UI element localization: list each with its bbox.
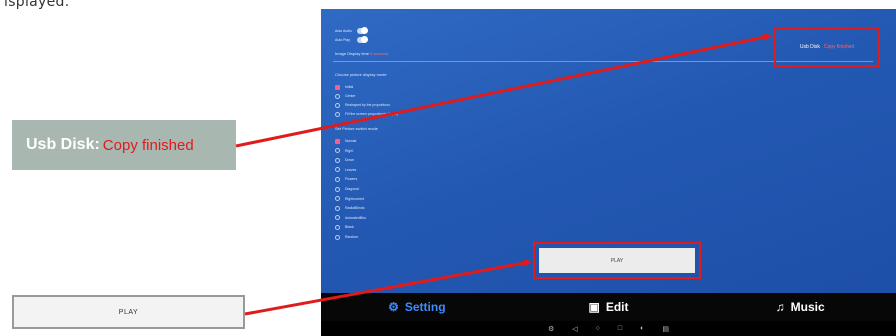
radio-button[interactable]: [335, 111, 340, 117]
radio-button[interactable]: [335, 93, 340, 99]
tab-music[interactable]: ♫ Music: [704, 300, 896, 314]
usb-status-box: Usb Disk Copy finished: [774, 27, 880, 67]
radio-label: Diagonal: [345, 187, 359, 191]
radio-label: Leaves: [345, 167, 357, 172]
radio-label: Fill the screen proportional display: [345, 112, 399, 116]
radio-option[interactable]: AnimatedBlur: [335, 214, 366, 222]
radio-button[interactable]: [335, 224, 340, 230]
radio-label: Right: [345, 148, 354, 153]
toggle-switch[interactable]: [357, 27, 368, 34]
radio-option[interactable]: Normal: [335, 137, 356, 145]
play-highlight-frame: PLAY: [533, 242, 701, 279]
tab-setting[interactable]: ⚙ Setting: [321, 300, 513, 314]
radio-button[interactable]: [335, 167, 340, 173]
tab-music-label: Music: [790, 300, 825, 314]
radio-label: Down: [345, 158, 354, 163]
radio-button[interactable]: [335, 176, 340, 182]
radio-label: Reshaped by the proportions: [345, 103, 390, 107]
radio-label: RadialBlinds: [345, 206, 365, 211]
toggle-switch[interactable]: [357, 36, 368, 43]
toggle-label: Auto Audio: [335, 29, 352, 33]
device-screen: Auto Audio Auto Play Image Display time …: [321, 9, 896, 336]
tab-setting-label: Setting: [404, 300, 446, 314]
radio-button[interactable]: [335, 148, 340, 154]
image-display-time-value[interactable]: 5 seconds: [370, 51, 388, 56]
radio-option[interactable]: Fill the screen proportional display: [335, 110, 398, 118]
radio-label: Random: [345, 235, 359, 239]
radio-option[interactable]: Blank: [335, 223, 354, 231]
radio-button[interactable]: [335, 186, 340, 192]
radio-button[interactable]: [335, 205, 340, 211]
tab-edit-label: Edit: [605, 300, 629, 314]
usb-disk-callout: Usb Disk: Copy finished: [12, 120, 236, 170]
usb-status-label: Usb Disk: [799, 44, 820, 50]
document-text: isplayed.: [4, 0, 70, 10]
display-mode-heading: Choose picture display mode: [335, 72, 387, 77]
toggle-auto-play[interactable]: Auto Play: [335, 36, 368, 44]
radio-button[interactable]: [335, 234, 340, 240]
usb-disk-label: Usb Disk:: [26, 136, 100, 153]
radio-label: Initial: [345, 85, 354, 89]
system-nav-bar: ⚙ ◁ ○ □ ◐ ▤: [321, 321, 896, 336]
radio-button[interactable]: [335, 215, 340, 221]
radio-option[interactable]: Leaves: [335, 166, 356, 174]
radio-label: Center: [345, 94, 356, 98]
volume-icon[interactable]: ◐: [640, 325, 644, 332]
settings-icon[interactable]: ⚙: [548, 325, 554, 333]
radio-button[interactable]: [335, 84, 340, 90]
back-icon[interactable]: ◁: [572, 325, 577, 333]
radio-option[interactable]: Reshaped by the proportions: [335, 101, 390, 109]
home-icon[interactable]: ○: [596, 325, 600, 332]
usb-disk-status: Copy finished: [102, 136, 194, 154]
radio-label: Blank: [345, 225, 354, 230]
tab-edit[interactable]: ▣ Edit: [513, 300, 705, 314]
recent-icon[interactable]: □: [618, 325, 622, 332]
radio-label: Rightcurrent: [345, 196, 365, 201]
image-icon: ▣: [588, 300, 600, 314]
image-display-time[interactable]: Image Display time 5 seconds: [335, 51, 388, 56]
toggle-label: Auto Play: [335, 38, 350, 42]
toggle-auto-audio[interactable]: Auto Audio: [335, 27, 368, 35]
radio-button[interactable]: [335, 157, 340, 163]
radio-option[interactable]: Initial: [335, 83, 353, 91]
gear-icon: ⚙: [388, 300, 399, 314]
bottom-tab-bar: ⚙ Setting ▣ Edit ♫ Music: [321, 293, 896, 321]
usb-status-value: Copy finished: [823, 44, 855, 50]
radio-option[interactable]: Random: [335, 233, 358, 241]
radio-option[interactable]: Right: [335, 147, 353, 155]
radio-option[interactable]: Rightcurrent: [335, 195, 364, 203]
radio-label: Flowers: [345, 177, 358, 182]
radio-option[interactable]: Flowers: [335, 175, 357, 183]
radio-label: AnimatedBlur: [345, 215, 367, 220]
radio-label: Normal: [345, 139, 357, 143]
radio-button[interactable]: [335, 138, 340, 144]
radio-button[interactable]: [335, 102, 340, 108]
play-button-callout: PLAY: [12, 295, 245, 329]
play-button[interactable]: PLAY: [539, 248, 695, 273]
radio-option[interactable]: Center: [335, 92, 356, 100]
screenshot-icon[interactable]: ▤: [662, 325, 669, 333]
radio-button[interactable]: [335, 196, 340, 202]
radio-option[interactable]: Diagonal: [335, 185, 359, 193]
radio-option[interactable]: Down: [335, 156, 354, 164]
switch-mode-heading: Set Picture switch mode: [335, 126, 378, 131]
image-display-time-label: Image Display time: [335, 51, 370, 56]
radio-option[interactable]: RadialBlinds: [335, 204, 364, 212]
music-icon: ♫: [775, 300, 785, 314]
